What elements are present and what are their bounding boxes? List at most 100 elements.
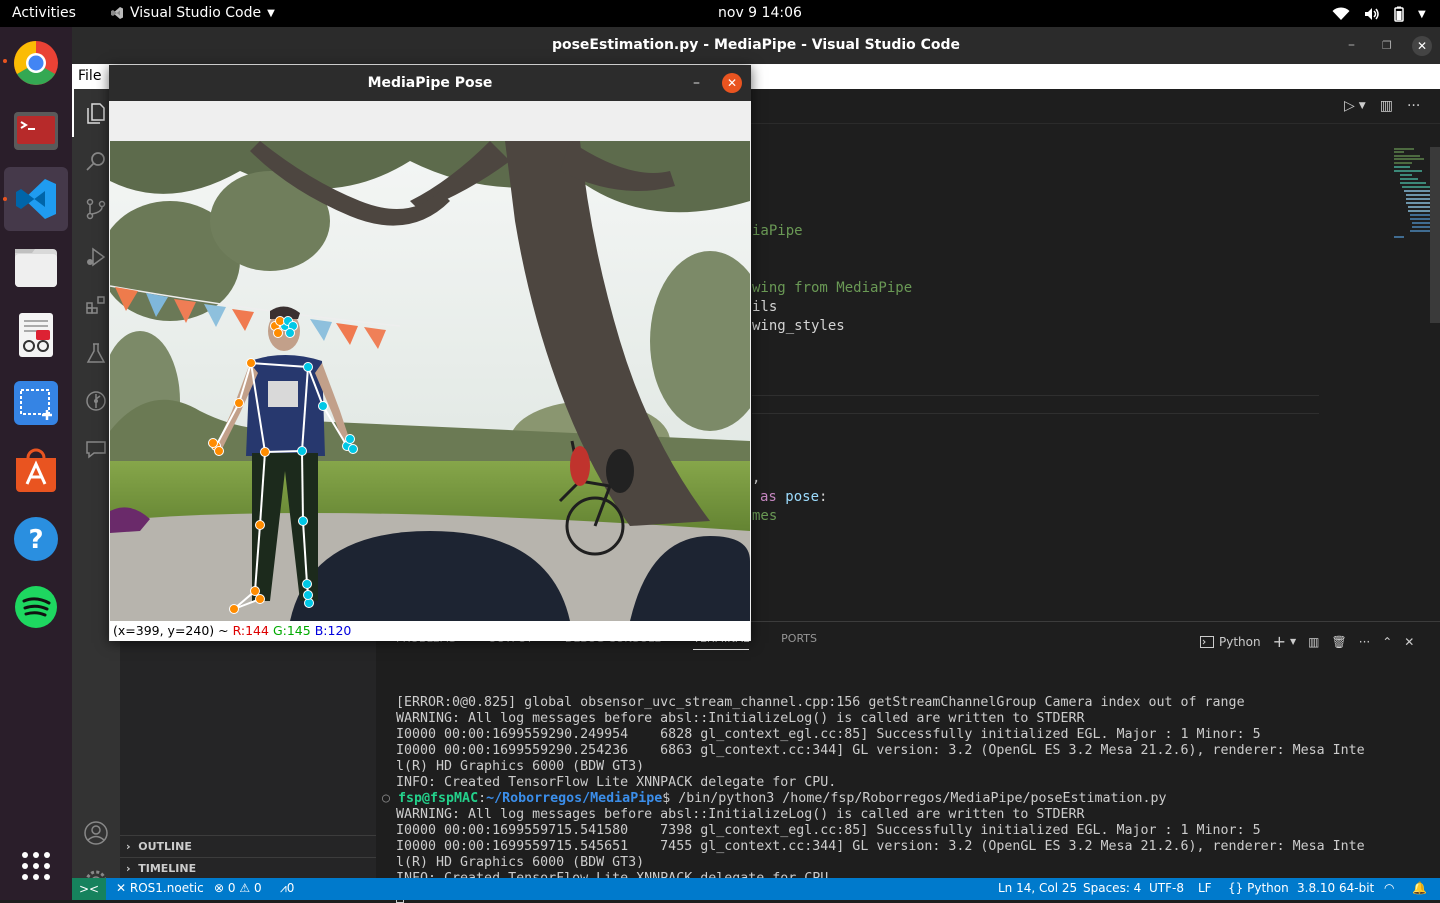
error-count: 0 — [227, 881, 236, 895]
ros-status[interactable]: ✕ ROS1.noetic — [116, 881, 204, 895]
testing-button[interactable] — [80, 337, 112, 369]
timeline-button[interactable] — [80, 385, 112, 417]
python-interpreter[interactable]: 3.8.10 64-bit — [1297, 881, 1374, 895]
battery-icon — [1394, 6, 1404, 22]
tab-ports[interactable]: PORTS — [781, 632, 817, 650]
show-apps-button[interactable] — [9, 839, 63, 893]
search-button[interactable] — [80, 145, 112, 177]
trash-icon[interactable]: 🗑 — [1332, 635, 1347, 649]
source-control-button[interactable] — [80, 193, 112, 225]
warning-icon: ⚠ — [239, 881, 251, 895]
cursor-position[interactable]: Ln 14, Col 25 — [998, 881, 1077, 895]
camera-frame[interactable] — [110, 141, 750, 621]
timeline-label: TIMELINE — [138, 862, 197, 875]
pixel-red: R:144 — [232, 623, 269, 638]
pose-landmark — [303, 362, 313, 372]
ports-count: 0 — [286, 881, 295, 895]
panel: PROBLEMS OUTPUT DEBUG CONSOLE TERMINAL P… — [376, 621, 1440, 903]
close-button[interactable]: ✕ — [1412, 36, 1432, 56]
terminal-actions: Python + ▼ ▥ 🗑 ··· ⌃ ✕ — [1200, 632, 1414, 651]
accounts-button[interactable] — [80, 817, 112, 849]
dock-chrome[interactable] — [9, 36, 63, 90]
chevron-down-icon[interactable]: ▼ — [1290, 637, 1296, 646]
code-line: wing from MediaPipe — [752, 280, 913, 296]
pose-landmark — [229, 604, 239, 614]
chevron-down-icon[interactable]: ▼ — [1359, 101, 1366, 111]
split-editor-icon[interactable]: ▥ — [1380, 98, 1393, 114]
chevron-down-icon: ▼ — [267, 7, 275, 19]
close-icon: ✕ — [116, 881, 127, 895]
terminal-shell[interactable]: Python — [1200, 635, 1261, 649]
menu-file[interactable]: File — [78, 68, 101, 84]
more-icon[interactable]: ··· — [1407, 98, 1420, 114]
app-menu[interactable]: Visual Studio Code ▼ — [110, 5, 275, 21]
timeline-section[interactable]: › TIMELINE — [120, 857, 376, 878]
screenshot-icon — [14, 381, 58, 425]
code-keyword: as — [760, 489, 777, 505]
remote-explorer-button[interactable] — [80, 433, 112, 465]
dock-app-center[interactable] — [9, 444, 63, 498]
svg-text:?: ? — [28, 525, 43, 555]
pose-landmark — [298, 516, 308, 526]
problems-status[interactable]: ⊗ 0 ⚠ 0 — [214, 881, 262, 895]
activities-button[interactable]: Activities — [12, 5, 76, 21]
radio-tower-icon: ⩘ — [280, 881, 287, 895]
language-mode[interactable]: {} Python — [1228, 881, 1289, 895]
run-icon[interactable]: ▷ — [1344, 98, 1355, 114]
explorer-button[interactable] — [80, 97, 112, 129]
pixel-status-bar: (x=399, y=240) ~ R:144 G:145 B:120 — [110, 621, 750, 641]
pose-connection — [301, 450, 304, 522]
run-debug-icon — [87, 247, 106, 267]
error-icon: ⊗ — [214, 881, 225, 895]
flask-icon — [86, 343, 106, 363]
system-tray[interactable]: ▼ — [1332, 6, 1426, 22]
outline-section[interactable]: › OUTLINE — [120, 835, 376, 857]
more-icon[interactable]: ··· — [1359, 635, 1370, 649]
pose-landmark — [348, 444, 358, 454]
scrollbar[interactable] — [1430, 147, 1440, 323]
dock-files[interactable] — [9, 240, 63, 294]
minimize-button[interactable]: – — [1348, 27, 1355, 64]
run-debug-button[interactable] — [80, 241, 112, 273]
terminal-line: I0000 00:00:1699559290.249954 6828 gl_co… — [396, 727, 1261, 742]
bell-icon[interactable]: 🔔 — [1412, 881, 1427, 895]
dock-vscode[interactable] — [9, 172, 63, 226]
maximize-panel-icon[interactable]: ⌃ — [1382, 635, 1392, 649]
dock-spotify[interactable] — [9, 580, 63, 634]
vscode-icon — [16, 179, 56, 219]
code-line: iaPipe — [752, 223, 803, 239]
new-terminal-icon[interactable]: + — [1273, 632, 1286, 651]
code-identifier: pose — [785, 489, 820, 505]
end-of-line[interactable]: LF — [1198, 881, 1212, 895]
dock-help[interactable]: ? — [9, 512, 63, 566]
terminal-line: INFO: Created TensorFlow Lite XNNPACK de… — [396, 775, 837, 790]
sync-icon[interactable]: ◠ — [1384, 881, 1394, 895]
maximize-button[interactable]: ❐ — [1382, 27, 1392, 64]
dock: ? — [0, 27, 72, 900]
close-panel-icon[interactable]: ✕ — [1404, 635, 1414, 649]
ports-status[interactable]: ⩘0 — [280, 881, 294, 896]
pose-landmark — [255, 594, 265, 604]
window-title-text: poseEstimation.py - MediaPipe - Visual S… — [551, 37, 961, 53]
help-icon: ? — [14, 517, 58, 561]
minimize-button[interactable]: – — [693, 65, 700, 102]
dock-text-editor[interactable] — [9, 308, 63, 362]
close-button[interactable]: ✕ — [722, 73, 742, 93]
circle-icon: ○ — [382, 791, 399, 806]
remote-button[interactable]: >< — [72, 878, 106, 900]
mediapipe-pose-window: MediaPipe Pose – ✕ (x=399, y=240) ~ R:14… — [109, 65, 751, 641]
clock[interactable]: nov 9 14:06 — [718, 5, 802, 21]
indentation[interactable]: Spaces: 4 — [1083, 881, 1141, 895]
terminal-line: l(R) HD Graphics 6000 (BDW GT3) — [396, 855, 645, 870]
chevron-right-icon: › — [126, 862, 131, 875]
dock-terminal[interactable] — [9, 104, 63, 158]
dock-screenshot[interactable] — [9, 376, 63, 430]
extensions-button[interactable] — [80, 289, 112, 321]
split-terminal-icon[interactable]: ▥ — [1308, 635, 1319, 649]
terminal-line: I0000 00:00:1699559715.545651 7455 gl_co… — [396, 839, 1365, 854]
encoding[interactable]: UTF-8 — [1149, 881, 1184, 895]
braces-icon: {} — [1228, 881, 1244, 895]
top-bar: Activities Visual Studio Code ▼ nov 9 14… — [0, 0, 1440, 27]
comment-icon — [86, 441, 106, 459]
code-line: ils — [752, 299, 778, 315]
